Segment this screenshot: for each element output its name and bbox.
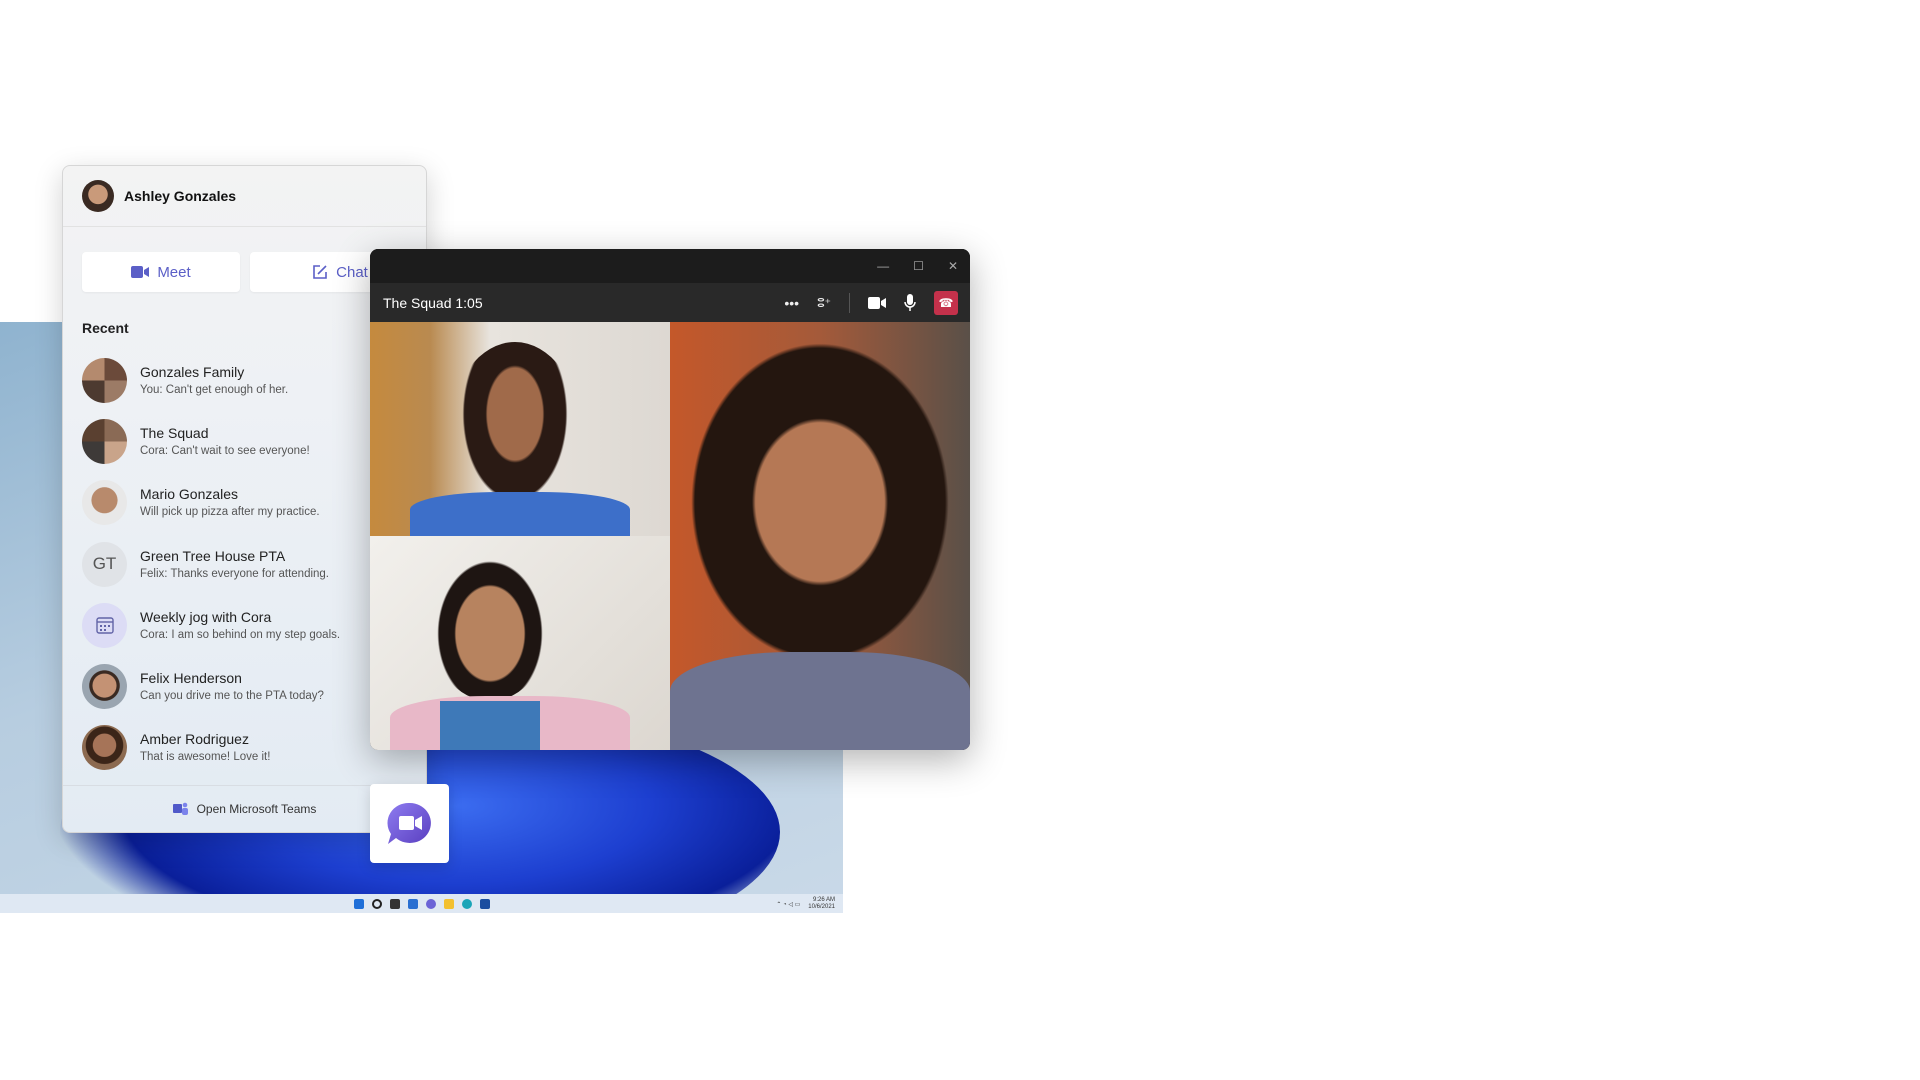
video-tile-participant-1 [370,322,670,536]
hang-up-button[interactable]: ☎ [934,290,958,315]
edge-icon[interactable] [461,898,472,909]
minimize-icon[interactable]: — [877,259,889,273]
search-icon[interactable] [371,898,382,909]
item-preview: You: Can't get enough of her. [140,384,289,396]
widgets-icon[interactable] [407,898,418,909]
divider [849,292,850,313]
window-titlebar: — ☐ ✕ [370,249,970,283]
maximize-icon[interactable]: ☐ [913,259,924,273]
group-avatar [82,357,127,403]
wifi-icon: ⌃ ◔ ◁ ▭ [776,901,801,908]
more-options-icon[interactable]: ••• [784,295,799,311]
teams-logo-icon [172,802,188,815]
item-name: Amber Rodriguez [140,731,249,747]
call-window: — ☐ ✕ The Squad 1:05 ••• ⵓ⁺ ☎ [370,249,970,750]
contact-avatar [82,724,127,770]
clock-time: 9:26 AM [812,897,835,903]
teams-chat-app-icon [387,802,431,844]
hang-up-icon: ☎ [938,295,954,310]
open-teams-label: Open Microsoft Teams [196,802,317,816]
item-name: Green Tree House PTA [140,548,286,564]
system-tray[interactable]: ⌃ ◔ ◁ ▭ 9:26 AM 10/6/2021 [776,897,835,911]
recent-heading: Recent [82,320,129,336]
video-tile-participant-2 [370,536,670,750]
item-preview: Will pick up pizza after my practice. [140,506,320,518]
microphone-icon[interactable] [904,293,916,312]
call-header: The Squad 1:05 ••• ⵓ⁺ ☎ [370,283,970,322]
meet-button[interactable]: Meet [82,252,240,292]
call-title: The Squad 1:05 [383,294,483,311]
item-name: Mario Gonzales [140,486,239,502]
file-explorer-icon[interactable] [443,898,454,909]
add-people-icon[interactable]: ⵓ⁺ [817,296,831,310]
item-name: Gonzales Family [140,364,245,380]
item-preview: Cora: Can't wait to see everyone! [140,445,310,457]
teams-taskbar-tile[interactable] [370,784,449,863]
user-avatar[interactable] [82,180,114,212]
teams-chat-icon[interactable] [425,898,436,909]
contact-avatar [82,479,127,525]
start-icon[interactable] [353,898,364,909]
meet-label: Meet [157,263,191,281]
item-preview: Cora: I am so behind on my step goals. [140,629,341,641]
calendar-icon [82,602,127,648]
task-view-icon[interactable] [389,898,400,909]
group-avatar [82,418,127,464]
contact-avatar [82,663,127,709]
clock-date: 10/6/2021 [808,904,835,910]
item-preview: Felix: Thanks everyone for attending. [140,568,330,580]
user-name: Ashley Gonzales [124,188,237,204]
camera-icon[interactable] [868,296,886,309]
video-tile-participant-3 [670,322,970,750]
profile-header: Ashley Gonzales [63,166,426,227]
item-name: The Squad [140,425,209,441]
chat-label: Chat [336,263,368,281]
taskbar: ⌃ ◔ ◁ ▭ 9:26 AM 10/6/2021 [0,894,843,913]
video-camera-icon [131,266,150,278]
compose-icon [313,265,327,279]
item-preview: That is awesome! Love it! [140,751,271,763]
item-preview: Can you drive me to the PTA today? [140,690,324,702]
item-name: Felix Henderson [140,670,242,686]
close-icon[interactable]: ✕ [948,259,958,273]
initials-avatar: GT [82,541,127,587]
item-name: Weekly jog with Cora [140,609,272,625]
store-icon[interactable] [479,898,490,909]
